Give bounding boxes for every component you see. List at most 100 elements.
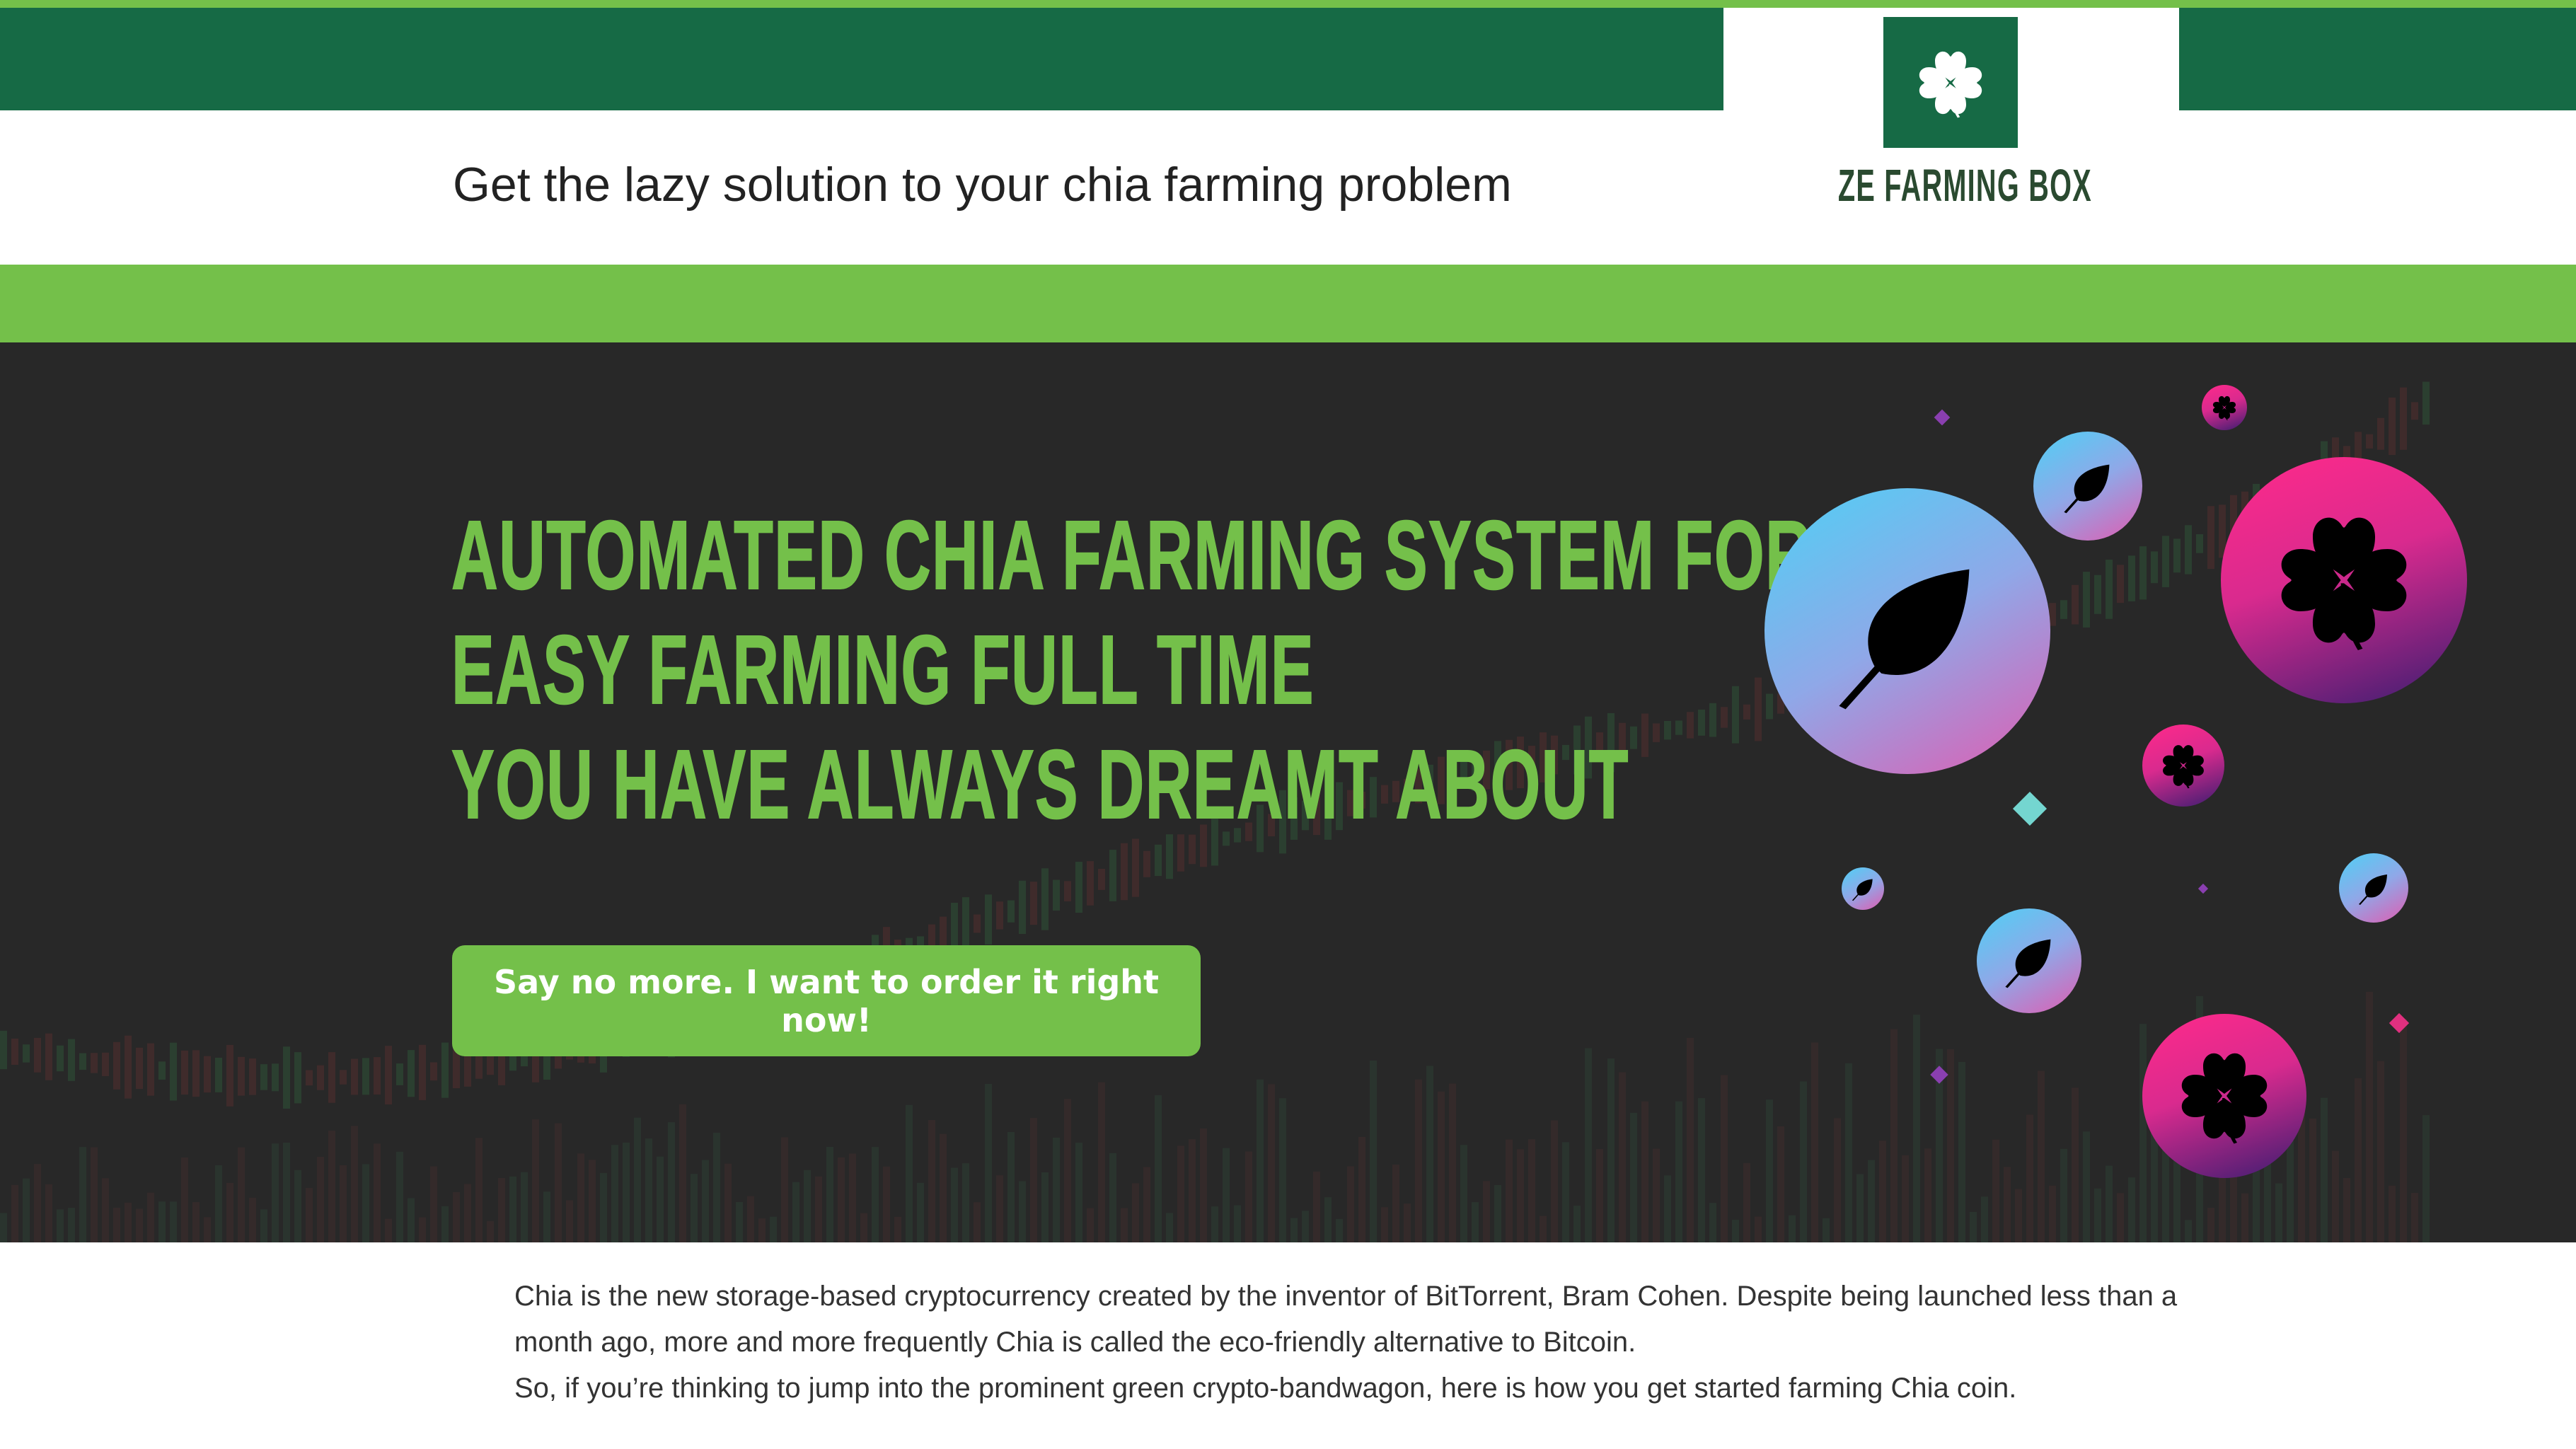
- header-band-right: [2179, 8, 2576, 110]
- volume-bar: [419, 1217, 426, 1242]
- candlestick: [68, 1039, 75, 1081]
- volume-bar: [1302, 1211, 1309, 1242]
- candlestick: [204, 1056, 211, 1093]
- candlestick: [2083, 572, 2090, 628]
- volume-bar: [962, 1163, 969, 1242]
- candlestick: [57, 1045, 64, 1072]
- volume-bar: [1958, 1061, 1965, 1242]
- candlestick: [102, 1052, 109, 1077]
- volume-bar: [2106, 1165, 2113, 1242]
- volume-bar: [1675, 1101, 1682, 1242]
- volume-bar: [2083, 1131, 2090, 1242]
- candlestick: [238, 1056, 245, 1096]
- clover-icon[interactable]: [1883, 17, 2018, 148]
- candlestick: [453, 1049, 460, 1089]
- candlestick: [1053, 879, 1060, 911]
- candlestick: [2106, 560, 2113, 619]
- volume-bar: [2117, 1193, 2124, 1242]
- candlestick: [974, 914, 981, 933]
- volume-bar: [1698, 1098, 1705, 1242]
- candlestick: [306, 1070, 313, 1086]
- hero-section: AUTOMATED CHIA FARMING SYSTEM FOR EASY F…: [0, 342, 2576, 1242]
- clover-bubble: [2221, 457, 2467, 703]
- volume-bar: [1913, 1015, 1920, 1242]
- candlestick: [487, 1053, 494, 1075]
- volume-bar: [204, 1217, 211, 1242]
- volume-bar: [2343, 1177, 2350, 1242]
- candlestick: [996, 901, 1003, 930]
- header-band-left: [0, 8, 1723, 110]
- volume-bar: [1075, 1143, 1082, 1242]
- leaf-icon: [1995, 933, 2063, 989]
- volume-bar: [1777, 1126, 1784, 1242]
- volume-bar: [1823, 1218, 1830, 1242]
- candlestick: [374, 1057, 381, 1095]
- volume-bar: [634, 1117, 641, 1242]
- volume-bar: [181, 1157, 188, 1242]
- leaf-bubble: [1764, 488, 2050, 774]
- candlestick: [260, 1064, 267, 1090]
- volume-bar: [1789, 1215, 1796, 1242]
- volume-bar: [1358, 1137, 1365, 1242]
- volume-bar: [34, 1164, 41, 1242]
- volume-bar: [68, 1208, 75, 1242]
- volume-bar: [1562, 1142, 1569, 1242]
- volume-bar: [147, 1192, 154, 1242]
- volume-bar: [2038, 1070, 2045, 1242]
- candlestick: [419, 1044, 426, 1100]
- volume-bar: [23, 1178, 30, 1242]
- volume-bar: [136, 1208, 143, 1242]
- volume-bar: [883, 1166, 890, 1242]
- volume-bar: [2207, 1208, 2214, 1242]
- candlestick: [2162, 536, 2169, 587]
- top-accent-bar: [0, 0, 2576, 8]
- candlestick: [408, 1050, 415, 1097]
- volume-bar: [1856, 1174, 1864, 1242]
- volume-bar: [849, 1153, 856, 1242]
- intro-paragraph-2: So, if you’re thinking to jump into the …: [514, 1373, 2017, 1404]
- volume-bar: [691, 1174, 698, 1242]
- volume-bar: [79, 1147, 86, 1242]
- volume-bar: [2015, 1189, 2022, 1242]
- volume-bar: [1641, 1101, 1648, 1242]
- intro-paragraph-1: Chia is the new storage-based cryptocurr…: [514, 1281, 2178, 1358]
- volume-bar: [1811, 1042, 1818, 1242]
- volume-bar: [430, 1166, 437, 1242]
- volume-bar: [1211, 1206, 1218, 1242]
- candlestick: [34, 1037, 41, 1073]
- volume-bar: [1336, 1218, 1343, 1242]
- volume-bar: [1347, 1166, 1354, 1242]
- volume-bar: [2139, 1024, 2147, 1242]
- volume-bar: [385, 1218, 392, 1242]
- volume-bar: [441, 1206, 449, 1242]
- order-now-button[interactable]: Say no more. I want to order it right no…: [452, 945, 1201, 1056]
- candlestick: [317, 1065, 324, 1090]
- volume-bar: [1596, 1149, 1603, 1242]
- candlestick: [136, 1047, 143, 1090]
- leaf-bubble: [2033, 432, 2142, 541]
- volume-bar: [453, 1192, 460, 1242]
- volume-bar: [2185, 1220, 2192, 1242]
- volume-bar: [294, 1170, 301, 1242]
- volume-bar: [1098, 1082, 1105, 1242]
- volume-bar: [2004, 1167, 2011, 1242]
- volume-bar: [555, 1123, 562, 1242]
- candlestick: [396, 1063, 403, 1085]
- logo-text[interactable]: ZE FARMING BOX: [1838, 159, 2091, 212]
- volume-bar: [2377, 1061, 2384, 1242]
- volume-bar: [1415, 1079, 1422, 1242]
- volume-bar: [1245, 1151, 1252, 1242]
- volume-bar: [1834, 1118, 1841, 1242]
- volume-bar: [1053, 1137, 1060, 1242]
- volume-bar: [1709, 1203, 1716, 1242]
- candlestick: [1121, 843, 1128, 901]
- volume-bar: [1324, 1197, 1332, 1242]
- candlestick: [1132, 838, 1139, 897]
- volume-bar: [1438, 1091, 1445, 1242]
- volume-bar: [226, 1182, 233, 1242]
- volume-bar: [1257, 1079, 1264, 1242]
- volume-bar: [804, 1170, 811, 1242]
- candlestick: [1087, 861, 1094, 906]
- volume-bar: [0, 1213, 7, 1242]
- volume-bar: [1573, 1206, 1581, 1242]
